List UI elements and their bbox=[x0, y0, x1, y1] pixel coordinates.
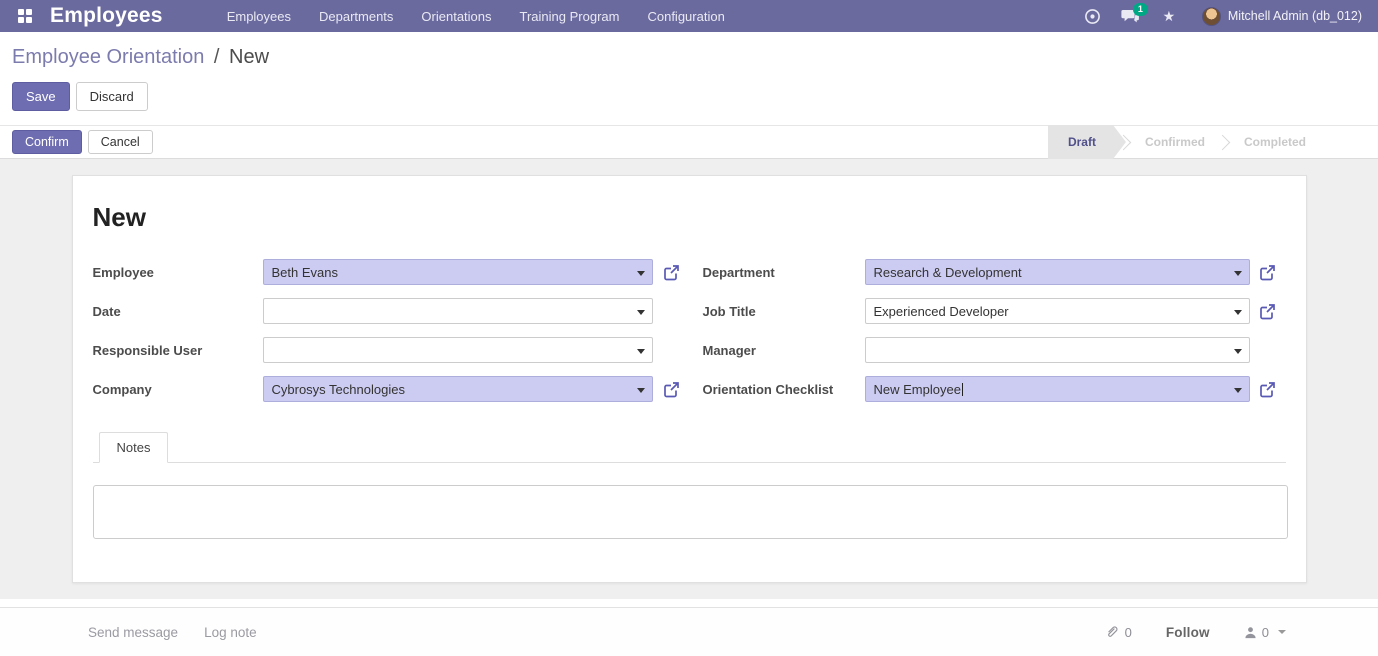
orientation-checklist-value: New Employee bbox=[873, 382, 961, 397]
department-value: Research & Development bbox=[873, 265, 1022, 280]
save-button[interactable]: Save bbox=[12, 82, 70, 111]
label-company: Company bbox=[92, 381, 152, 397]
dropdown-caret-icon bbox=[636, 349, 645, 354]
followers-button[interactable]: 0 bbox=[1244, 625, 1286, 640]
statusbar-states: Draft Confirmed Completed bbox=[1048, 125, 1326, 159]
department-field[interactable]: Research & Development bbox=[864, 259, 1250, 285]
menu-employees[interactable]: Employees bbox=[215, 1, 303, 32]
statusbar-buttons: Confirm Cancel bbox=[12, 130, 153, 154]
form-fields-grid: Employee Beth Evans Department Research … bbox=[93, 259, 1286, 402]
dropdown-caret-icon bbox=[636, 271, 645, 276]
employee-field[interactable]: Beth Evans bbox=[262, 259, 653, 285]
main-menu: Employees Departments Orientations Train… bbox=[215, 1, 737, 32]
job-title-value: Experienced Developer bbox=[873, 304, 1009, 319]
cancel-button[interactable]: Cancel bbox=[87, 130, 153, 154]
user-name: Mitchell Admin (db_012) bbox=[1227, 9, 1362, 23]
message-count-badge: 1 bbox=[1132, 3, 1148, 16]
dropdown-caret-icon bbox=[636, 310, 645, 315]
department-external-link-icon[interactable] bbox=[1258, 263, 1277, 282]
star-button[interactable]: ★ bbox=[1154, 1, 1184, 31]
responsible-user-field[interactable] bbox=[262, 337, 653, 363]
dropdown-caret-icon bbox=[1233, 310, 1242, 315]
label-responsible-user: Responsible User bbox=[92, 342, 203, 358]
app-title: Employees bbox=[50, 4, 163, 27]
tab-row: Notes bbox=[92, 432, 1286, 463]
apps-grid-icon bbox=[18, 9, 32, 23]
label-orientation-checklist: Orientation Checklist bbox=[702, 381, 834, 397]
breadcrumb-current: New bbox=[229, 46, 270, 68]
label-date: Date bbox=[92, 303, 121, 319]
app-screen: Employees Employees Departments Orientat… bbox=[0, 0, 1378, 656]
company-value: Cybrosys Technologies bbox=[271, 382, 405, 397]
state-confirmed[interactable]: Confirmed bbox=[1125, 125, 1225, 159]
menu-orientations[interactable]: Orientations bbox=[409, 1, 503, 32]
attachment-count: 0 bbox=[1124, 624, 1132, 640]
employee-external-link-icon[interactable] bbox=[662, 263, 681, 282]
menu-departments[interactable]: Departments bbox=[307, 1, 405, 32]
text-cursor bbox=[961, 383, 963, 396]
attachments-button[interactable]: 0 bbox=[1105, 625, 1132, 640]
label-employee: Employee bbox=[92, 264, 154, 280]
dropdown-caret-icon bbox=[636, 388, 645, 393]
discard-button[interactable]: Discard bbox=[75, 82, 148, 111]
label-department: Department bbox=[702, 264, 775, 280]
company-external-link-icon[interactable] bbox=[662, 380, 681, 399]
employee-value: Beth Evans bbox=[271, 265, 339, 280]
chatter-bar: Send message Log note 0 Follow 0 bbox=[0, 607, 1378, 656]
star-icon: ★ bbox=[1162, 7, 1176, 24]
breadcrumb: Employee Orientation / New bbox=[12, 46, 1366, 69]
orientation-checklist-field[interactable]: New Employee bbox=[864, 376, 1250, 402]
form-statusbar: Confirm Cancel Draft Confirmed Completed bbox=[0, 125, 1378, 159]
menu-training-program[interactable]: Training Program bbox=[508, 1, 632, 32]
caret-down-icon bbox=[1278, 630, 1286, 634]
user-menu[interactable]: Mitchell Admin (db_012) bbox=[1192, 6, 1368, 26]
notebook: Notes bbox=[92, 432, 1288, 544]
notes-textarea[interactable] bbox=[92, 485, 1288, 539]
activities-button[interactable] bbox=[1078, 1, 1108, 31]
form-sheet: New Employee Beth Evans Department Resea… bbox=[71, 175, 1307, 583]
form-view-background: New Employee Beth Evans Department Resea… bbox=[0, 159, 1378, 599]
breadcrumb-separator: / bbox=[213, 46, 220, 68]
confirm-button[interactable]: Confirm bbox=[12, 130, 82, 154]
control-panel: Employee Orientation / New Save Discard bbox=[0, 32, 1378, 111]
job-title-field[interactable]: Experienced Developer bbox=[864, 298, 1250, 324]
log-note-button[interactable]: Log note bbox=[204, 625, 257, 640]
activity-clock-icon bbox=[1085, 8, 1101, 24]
person-icon bbox=[1245, 626, 1256, 638]
top-navbar: Employees Employees Departments Orientat… bbox=[0, 0, 1378, 32]
label-job-title: Job Title bbox=[702, 303, 756, 319]
paperclip-icon bbox=[1107, 625, 1118, 637]
dropdown-caret-icon bbox=[1233, 349, 1242, 354]
record-title: New bbox=[92, 202, 146, 232]
messages-button[interactable]: 1 bbox=[1116, 1, 1148, 31]
avatar bbox=[1201, 6, 1221, 26]
menu-configuration[interactable]: Configuration bbox=[635, 1, 736, 32]
tab-notes[interactable]: Notes bbox=[98, 432, 169, 463]
breadcrumb-parent-link[interactable]: Employee Orientation bbox=[12, 46, 204, 68]
state-completed[interactable]: Completed bbox=[1224, 125, 1326, 159]
chatter-right: 0 Follow 0 bbox=[1105, 625, 1290, 640]
apps-menu-button[interactable] bbox=[12, 3, 38, 29]
orientation-checklist-external-link-icon[interactable] bbox=[1258, 380, 1277, 399]
manager-field[interactable] bbox=[864, 337, 1250, 363]
label-manager: Manager bbox=[702, 342, 756, 358]
follower-count: 0 bbox=[1261, 624, 1269, 640]
dropdown-caret-icon bbox=[1233, 271, 1242, 276]
systray: 1 ★ Mitchell Admin (db_012) bbox=[1078, 1, 1368, 31]
send-message-button[interactable]: Send message bbox=[88, 625, 178, 640]
date-field[interactable] bbox=[262, 298, 653, 324]
job-title-external-link-icon[interactable] bbox=[1258, 302, 1277, 321]
dropdown-caret-icon bbox=[1233, 388, 1242, 393]
follow-button[interactable]: Follow bbox=[1166, 625, 1210, 640]
control-panel-buttons: Save Discard bbox=[12, 82, 1366, 111]
company-field[interactable]: Cybrosys Technologies bbox=[262, 376, 653, 402]
